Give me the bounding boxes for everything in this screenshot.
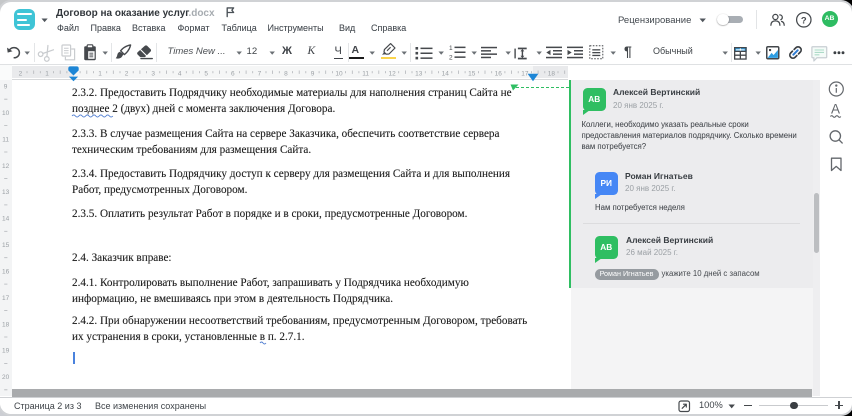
svg-text:10: 10	[2, 110, 10, 117]
svg-text:19: 19	[2, 348, 10, 355]
svg-text:12: 12	[2, 163, 10, 170]
svg-text:20: 20	[2, 374, 10, 381]
svg-text:18: 18	[2, 321, 10, 328]
svg-text:16: 16	[2, 268, 10, 275]
svg-text:А: А	[831, 102, 840, 117]
svg-text:13: 13	[2, 189, 10, 196]
svg-text:17: 17	[2, 295, 10, 302]
svg-text:14: 14	[2, 216, 10, 223]
svg-text:15: 15	[2, 242, 10, 249]
svg-text:9: 9	[4, 84, 8, 91]
svg-text:11: 11	[2, 136, 9, 143]
